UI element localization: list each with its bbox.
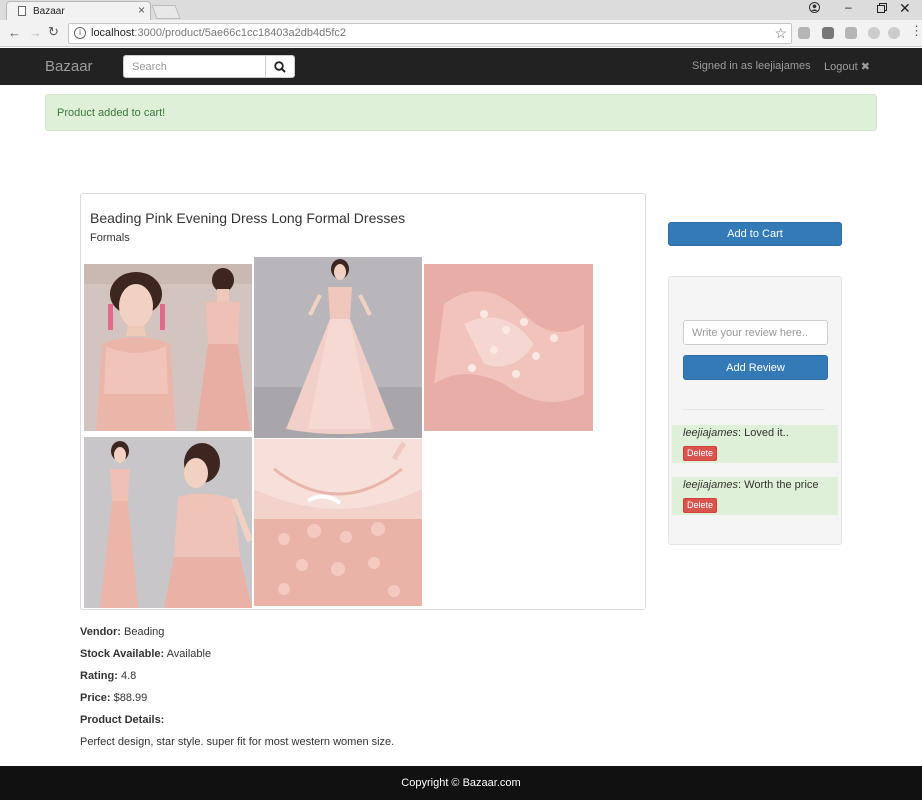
extension-icon[interactable]	[868, 27, 880, 39]
search-button[interactable]	[265, 55, 295, 78]
delete-review-button[interactable]: Delete	[683, 446, 717, 461]
product-details-heading: Product Details:	[80, 714, 165, 726]
extension-icon[interactable]	[822, 27, 834, 39]
product-photo-model-pose[interactable]	[84, 437, 252, 608]
address-bar[interactable]: i localhost:3000/product/5ae66c1cc18403a…	[68, 23, 792, 44]
menu-icon[interactable]: ⋮	[910, 23, 922, 39]
browser-toolbar: ← → ↻ i localhost:3000/product/5ae66c1cc…	[0, 20, 922, 47]
page-icon	[18, 6, 26, 16]
product-photo-neckline-closeup[interactable]	[254, 439, 422, 606]
brand-link[interactable]: Bazaar	[45, 58, 93, 75]
tab-close-icon[interactable]: ×	[138, 3, 145, 17]
product-title: Beading Pink Evening Dress Long Formal D…	[90, 210, 406, 226]
extension-icon[interactable]	[888, 27, 900, 39]
price-line: Price: $88.99	[80, 692, 148, 704]
new-tab-button[interactable]	[151, 5, 181, 19]
search-input[interactable]	[123, 55, 266, 78]
review-input[interactable]	[683, 320, 828, 345]
product-photo-full-gown[interactable]	[254, 257, 422, 438]
back-icon[interactable]: ←	[8, 25, 21, 40]
review-author: leejiajames	[683, 427, 739, 439]
minimize-icon[interactable]: ‒	[845, 0, 852, 14]
forward-icon[interactable]: →	[29, 25, 42, 40]
review-text: leejiajames: Loved it..	[683, 427, 789, 439]
product-panel: Beading Pink Evening Dress Long Formal D…	[80, 193, 646, 610]
product-photo-lace-closeup[interactable]	[424, 264, 593, 431]
extension-icon[interactable]	[845, 27, 857, 39]
divider	[683, 409, 825, 410]
price-value: $88.99	[113, 692, 148, 704]
app-navbar: Bazaar Signed in as leejiajames Logout ✖	[0, 48, 922, 85]
copyright-text: Copyright © Bazaar.com	[401, 777, 521, 789]
rating-value: 4.8	[120, 670, 137, 682]
browser-tab-strip: Bazaar × ‒ ✕	[0, 0, 922, 20]
delete-review-button[interactable]: Delete	[683, 498, 717, 513]
vendor-value: Beading	[124, 626, 165, 638]
reload-icon[interactable]: ↻	[48, 24, 59, 40]
review-item: leejiajames: Loved it.. Delete	[672, 425, 838, 463]
close-window-icon[interactable]: ✕	[899, 0, 911, 17]
product-description: Perfect design, star style. super fit fo…	[80, 736, 395, 748]
page-footer: Copyright © Bazaar.com	[0, 766, 922, 800]
vendor-line: Vendor: Beading	[80, 626, 165, 638]
extension-icon[interactable]	[798, 27, 810, 39]
info-icon[interactable]: i	[74, 27, 86, 39]
review-item: leejiajames: Worth the price Delete	[672, 477, 838, 515]
alert-message: Product added to cart!	[57, 107, 166, 119]
stock-line: Stock Available: Available	[80, 648, 212, 660]
rating-line: Rating: 4.8	[80, 670, 137, 682]
search-icon	[274, 61, 286, 73]
browser-tab-title: Bazaar	[33, 6, 65, 17]
url-text: localhost:3000/product/5ae66c1cc18403a2d…	[91, 27, 347, 39]
signed-in-text: Signed in as leejiajames	[692, 60, 811, 72]
restore-icon[interactable]	[877, 2, 887, 16]
logout-link[interactable]: Logout ✖	[824, 60, 870, 73]
product-photo-front-back[interactable]	[84, 264, 252, 431]
review-text: leejiajames: Worth the price	[683, 479, 819, 491]
browser-tab[interactable]: Bazaar ×	[6, 1, 151, 20]
add-review-button[interactable]: Add Review	[683, 355, 828, 380]
stock-value: Available	[166, 648, 212, 660]
review-author: leejiajames	[683, 479, 739, 491]
bookmark-star-icon[interactable]: ☆	[774, 25, 787, 42]
product-category: Formals	[90, 232, 130, 244]
profile-icon[interactable]	[809, 2, 820, 16]
add-to-cart-button[interactable]: Add to Cart	[668, 222, 842, 246]
success-alert: Product added to cart!	[45, 94, 877, 131]
